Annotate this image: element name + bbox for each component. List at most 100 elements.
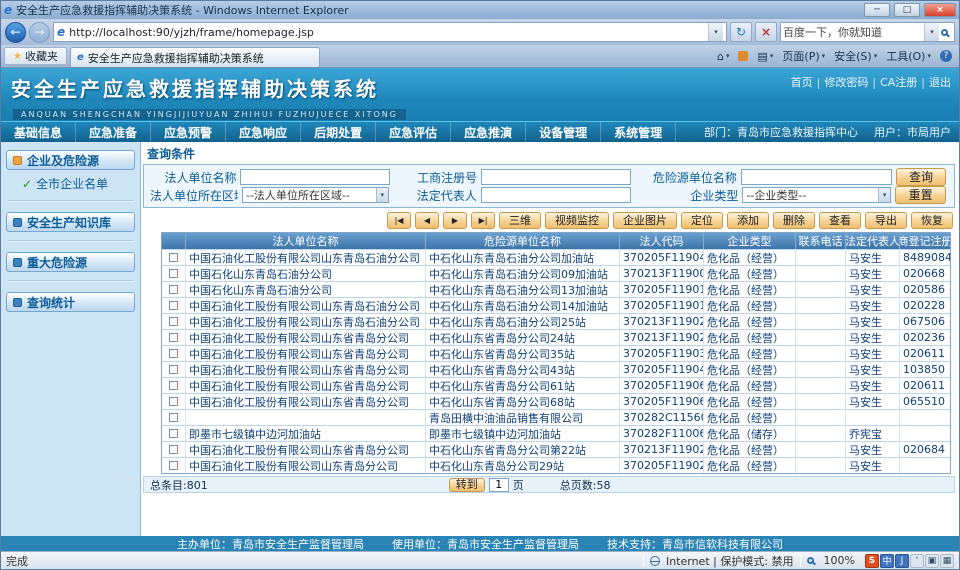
zoom-icon[interactable] [807,557,814,564]
row-checkbox[interactable] [169,349,178,358]
header-checkbox-cell [162,233,186,249]
menu-item[interactable]: 应急准备 [76,122,151,142]
url-dropdown-icon[interactable]: ▾ [708,23,723,41]
reg-no-input[interactable] [481,169,631,185]
toolbar-button[interactable]: 视频监控 [545,212,609,229]
address-bar[interactable]: e ▾ [53,22,727,42]
legal-name-input[interactable] [240,169,390,185]
cell-legal-name: 中国石油化工股份有限公司山东省青岛分公司 [186,442,426,457]
row-checkbox[interactable] [169,365,178,374]
column-header[interactable]: 工商登记注册号 [900,233,950,249]
menu-item[interactable]: 基础信息 [1,122,76,142]
ime-button[interactable]: ▣ [925,554,939,568]
page-number-input[interactable] [489,478,509,492]
command-menu-item[interactable]: 安全(S)▾ [834,48,877,64]
search-dropdown-icon[interactable]: ▾ [924,23,939,41]
command-menu-item[interactable]: 工具(O)▾ [886,48,931,64]
column-header[interactable]: 联系电话 [796,233,846,249]
back-button[interactable]: ← [5,22,26,43]
search-box[interactable]: ▾ [780,22,955,42]
toolbar-button[interactable]: 添加 [727,212,769,229]
row-checkbox[interactable] [169,445,178,454]
toolbar-button[interactable]: 删除 [773,212,815,229]
row-checkbox[interactable] [169,429,178,438]
forward-button[interactable]: → [29,22,50,43]
region-select[interactable]: --法人单位所在区域-- ▾ [242,187,389,203]
command-menu-item[interactable]: 页面(P)▾ [782,48,825,64]
ime-button[interactable]: S [865,554,879,568]
row-checkbox[interactable] [169,381,178,390]
print-button[interactable]: ▤▾ [757,50,773,63]
menu-item[interactable]: 应急响应 [226,122,301,142]
top-link[interactable]: CA注册 [868,74,917,90]
row-checkbox[interactable] [169,269,178,278]
ime-button[interactable]: ▦ [940,554,954,568]
refresh-button[interactable]: ↻ [730,22,752,42]
menu-item[interactable]: 应急评估 [376,122,451,142]
help-icon[interactable]: ? [940,50,952,62]
home-button[interactable]: ⌂▾ [717,50,730,63]
close-button[interactable]: × [924,3,956,17]
top-link[interactable]: 首页 [791,74,813,90]
pager-nav-button[interactable]: |◀ [387,212,411,229]
row-checkbox[interactable] [169,397,178,406]
sidebar-item-safety-knowledge[interactable]: 安全生产知识库 [6,212,135,232]
menu-item[interactable]: 设备管理 [526,122,601,142]
top-link[interactable]: 修改密码 [813,74,869,90]
top-link[interactable]: 退出 [917,74,951,90]
menu-item[interactable]: 系统管理 [601,122,676,142]
toolbar-button[interactable]: 查看 [819,212,861,229]
legal-rep-input[interactable] [481,187,631,203]
pager-nav-button[interactable]: ▶ [443,212,467,229]
cell-legal-name: 中国石油化工股份有限公司山东青岛石油分公司 [186,314,426,329]
stop-button[interactable]: × [755,22,777,42]
row-checkbox[interactable] [169,317,178,326]
row-checkbox[interactable] [169,461,178,470]
url-input[interactable] [69,26,704,39]
column-header[interactable]: 法人单位名称 [186,233,426,249]
cell-legal-name: 中国石油化工股份有限公司山东青岛石油分公司 [186,298,426,313]
pager-nav-button[interactable]: ▶| [471,212,495,229]
column-header[interactable]: 企业类型 [704,233,796,249]
sidebar-item-major-hazard[interactable]: 重大危险源 [6,252,135,272]
reset-button[interactable]: 重置 [895,186,946,204]
row-checkbox[interactable] [169,253,178,262]
top-links: 首页 修改密码 CA注册 退出 [791,74,951,90]
toolbar-button[interactable]: 三维 [499,212,541,229]
feed-icon[interactable] [738,51,748,61]
menu-item[interactable]: 应急推演 [451,122,526,142]
ime-button[interactable]: 中 [880,554,894,568]
enterprise-type-select[interactable]: --企业类型-- ▾ [742,187,891,203]
sidebar-item-query-statistics[interactable]: 查询统计 [6,292,135,312]
row-checkbox[interactable] [169,413,178,422]
goto-page-button[interactable]: 转到 [449,478,485,492]
browser-tab[interactable]: e 安全生产应急救援指挥辅助决策系统 [70,47,320,67]
zoom-level[interactable]: 100% [824,554,855,567]
row-checkbox[interactable] [169,333,178,342]
toolbar-button[interactable]: 企业图片 [613,212,677,229]
row-checkbox[interactable] [169,285,178,294]
sidebar-item-city-enterprise-list[interactable]: ✓ 全市企业名单 [22,175,135,192]
pager-nav-button[interactable]: ◀ [415,212,439,229]
search-input[interactable] [783,26,922,39]
search-icon[interactable] [941,29,948,36]
hazard-name-input[interactable] [741,169,892,185]
column-header[interactable]: 危险源单位名称 [426,233,620,249]
menu-item[interactable]: 后期处置 [301,122,376,142]
cell-hazard-name: 中石化山东省青岛分公司43站 [426,362,620,377]
column-header[interactable]: 法定代表人 [846,233,900,249]
sidebar-item-enterprise-hazard[interactable]: 企业及危险源 [6,150,135,170]
row-checkbox[interactable] [169,301,178,310]
ime-button[interactable]: J [895,554,909,568]
column-header[interactable]: 法人代码 [620,233,704,249]
cell-legal-rep: 马安生 [846,378,900,393]
toolbar-button[interactable]: 定位 [681,212,723,229]
minimize-button[interactable]: ─ [864,3,890,17]
ime-button[interactable]: ' [910,554,924,568]
menu-item[interactable]: 应急预警 [151,122,226,142]
favorites-button[interactable]: ★ 收藏夹 [4,47,67,65]
maximize-button[interactable]: □ [894,3,920,17]
toolbar-button[interactable]: 导出 [865,212,907,229]
search-button[interactable]: 查询 [896,168,946,186]
toolbar-button[interactable]: 恢复 [911,212,953,229]
